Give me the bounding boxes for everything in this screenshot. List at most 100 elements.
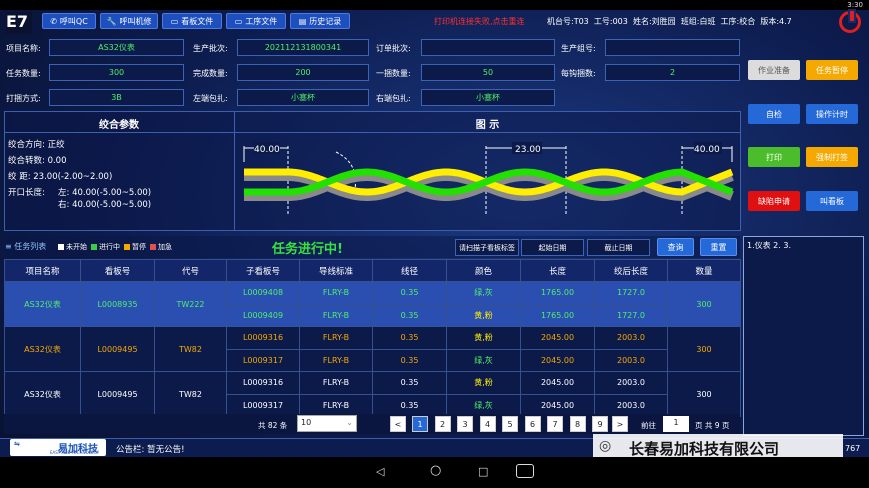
page-2-button[interactable]: 2 (434, 416, 451, 432)
goto-label: 前往 (641, 421, 656, 430)
page-9-button[interactable]: 9 (592, 416, 608, 432)
table-row[interactable]: AS32仪表 L0009495 TW82 L0009316 FLRY-B 0.35 黄,粉 2… (4, 371, 741, 417)
twist-turns: 绞合转数: 0.00 (8, 156, 67, 166)
cell-sub-board: L0009316 (226, 371, 300, 395)
task-qty-label: 任务数量: (6, 69, 41, 78)
home-icon[interactable]: ○ (430, 463, 441, 478)
page-1-button[interactable]: 1 (412, 416, 428, 432)
defect-request-button[interactable]: 缺陷申请 (748, 191, 800, 211)
cell-standard: FLRY-B (299, 281, 373, 305)
cell-standard: FLRY-B (299, 371, 373, 395)
cell-length: 2045.00 (520, 348, 595, 372)
start-date-picker[interactable]: 起始日期 (521, 239, 584, 256)
cell-standard: FLRY-B (299, 348, 373, 372)
cell-color: 黄,粉 (446, 326, 521, 350)
table-row[interactable]: AS32仪表 L0008935 TW222 L0009408 FLRY-B 0.35 绿,灰… (4, 281, 741, 327)
left-dim-label: 40.00 (254, 145, 280, 155)
history-icon: ▤ (298, 16, 307, 26)
print-button[interactable]: 打印 (748, 147, 800, 167)
cell-after-length: 1727.0 (594, 281, 668, 305)
cell-standard: FLRY-B (299, 326, 373, 350)
task-list-tab[interactable]: ≡ 任务列表 (5, 241, 46, 252)
end-date-picker[interactable]: 截止日期 (587, 239, 650, 256)
cell-color: 黄,粉 (446, 371, 521, 395)
pause-task-button[interactable]: 任务暂停 (806, 60, 858, 80)
force-label-button[interactable]: 强制打签 (806, 147, 858, 167)
android-nav-bar: ◁ ○ □ (0, 457, 869, 488)
page-5-button[interactable]: 5 (502, 416, 518, 432)
next-page-button[interactable]: > (612, 416, 628, 432)
hook-bundles-field: 2 (605, 64, 740, 81)
cell-after-length: 2003.0 (594, 326, 668, 350)
cell-sub-board: L0009317 (226, 348, 300, 372)
call-board-button[interactable]: 叫看板 (806, 191, 858, 211)
twist-params-title: 绞合参数 (99, 120, 139, 131)
cell-qty: 300 (667, 371, 741, 417)
cell-project: AS32仪表 (4, 326, 81, 372)
cell-board: L0009495 (80, 326, 155, 372)
total-pages: 页 共 9 页 (695, 421, 730, 430)
table-row[interactable]: AS32仪表 L0009495 TW82 L0009316 FLRY-B 0.35 黄,粉 2… (4, 326, 741, 372)
col-header: 导线标准 (299, 259, 373, 282)
self-check-button[interactable]: 自检 (748, 104, 800, 124)
cell-color: 绿,灰 (446, 348, 521, 372)
bundle-qty-field: 50 (421, 64, 555, 81)
note-box: 1.仪表 2. 3. (743, 236, 864, 436)
query-button[interactable]: 查询 (657, 238, 694, 256)
cell-color: 绿,灰 (446, 281, 521, 305)
call-qc-button[interactable]: ✆ 呼叫QC (42, 13, 96, 29)
page-3-button[interactable]: 3 (457, 416, 473, 432)
board-file-button[interactable]: ▭ 看板文件 (162, 13, 222, 29)
cell-diameter: 0.35 (372, 371, 447, 395)
cell-board: L0009495 (80, 371, 155, 417)
status-time: 3:30 (847, 1, 863, 9)
project-name-label: 项目名称: (6, 44, 41, 53)
right-wrap-field: 小塞杯 (421, 89, 555, 106)
call-repair-button[interactable]: 🔧 呼叫机修 (100, 13, 158, 29)
cell-project: AS32仪表 (4, 371, 81, 417)
app-logo: E7 (6, 12, 32, 34)
recents-icon[interactable]: □ (478, 465, 488, 478)
cell-after-length: 1727.0 (594, 303, 668, 327)
cell-after-length: 2003.0 (594, 348, 668, 372)
diagram-title: 图 示 (475, 120, 500, 131)
phone-icon: ✆ (50, 16, 57, 26)
reset-button[interactable]: 重置 (700, 238, 737, 256)
batch-field: 202112131800341 (237, 39, 369, 56)
prev-page-button[interactable]: < (390, 416, 406, 432)
left-wrap-label: 左端包扎: (193, 94, 228, 103)
scan-sub-board-input[interactable]: 请扫描子看板标签 (455, 239, 519, 256)
cell-diameter: 0.35 (372, 303, 447, 327)
back-icon[interactable]: ◁ (376, 465, 384, 478)
cell-code: TW82 (154, 326, 227, 372)
page-6-button[interactable]: 6 (524, 416, 541, 432)
open-length-left: 左: 40.00(-5.00~5.00) (58, 188, 152, 198)
col-header: 绞后长度 (594, 259, 668, 282)
done-qty-label: 完成数量: (193, 69, 228, 78)
cell-code: TW82 (154, 371, 227, 417)
power-icon[interactable] (839, 9, 861, 33)
timer-button[interactable]: 操作计时 (806, 104, 858, 124)
col-header: 代号 (154, 259, 227, 282)
printer-warning-link[interactable]: 打印机连接失败,点击重连 (434, 16, 525, 27)
twist-direction: 绞合方向: 正绞 (8, 140, 65, 150)
page-7-button[interactable]: 7 (547, 416, 563, 432)
cell-length: 2045.00 (520, 326, 595, 350)
screenshot-icon[interactable] (516, 464, 534, 478)
goto-page-input[interactable]: 1 (663, 416, 689, 432)
cell-project: AS32仪表 (4, 281, 81, 327)
page-4-button[interactable]: 4 (479, 416, 496, 432)
process-file-button[interactable]: ▭ 工序文件 (226, 13, 286, 29)
order-batch-field (421, 39, 555, 56)
chevron-down-icon: ⌄ (346, 418, 353, 427)
prepare-button[interactable]: 作业准备 (748, 60, 800, 80)
notice-bar: 公告栏: 暂无公告! (116, 445, 185, 455)
monitor-icon: ▭ (234, 16, 243, 26)
page-8-button[interactable]: 8 (569, 416, 586, 432)
bundle-method-label: 打捆方式: (6, 94, 41, 103)
history-button[interactable]: ▤ 历史记录 (290, 13, 350, 29)
project-name-field: AS32仪表 (49, 39, 184, 56)
page-size-select[interactable]: 10 ⌄ (297, 415, 357, 432)
cell-diameter: 0.35 (372, 348, 447, 372)
cell-qty: 300 (667, 281, 741, 327)
